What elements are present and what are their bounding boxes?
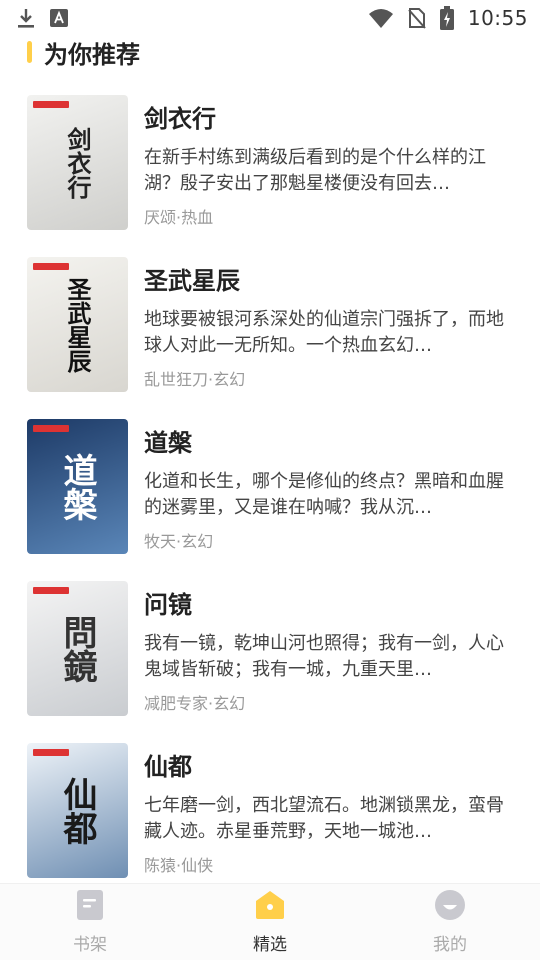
book-cover[interactable]: 道槃 <box>27 419 128 554</box>
book-info: 圣武星辰 地球要被银河系深处的仙道宗门强拆了，而地球人对此一无所知。一个热血玄幻… <box>144 265 514 391</box>
profile-icon <box>435 889 465 924</box>
tab-bookshelf[interactable]: 书架 <box>30 889 150 955</box>
book-item[interactable]: 剑衣行 剑衣行 在新手村练到满级后看到的是个什么样的江湖？殷子安出了那魁星楼便没… <box>0 95 540 257</box>
featured-home-icon <box>254 890 286 924</box>
section-accent-bar <box>27 41 32 63</box>
section-title: 为你推荐 <box>44 40 140 69</box>
book-description: 地球要被银河系深处的仙道宗门强拆了，而地球人对此一无所知。一个热血玄幻… <box>144 309 504 356</box>
book-cover[interactable]: 問鏡 <box>27 581 128 716</box>
book-description: 我有一镜，乾坤山河也照得；我有一剑，人心鬼域皆斩破；我有一城，九重天里… <box>144 633 504 680</box>
cover-title: 仙都 <box>57 776 97 845</box>
cover-title: 道槃 <box>57 452 97 521</box>
tab-label: 书架 <box>73 934 107 955</box>
book-meta: 减肥专家·玄幻 <box>144 694 246 713</box>
book-item[interactable]: 仙都 仙都 七年磨一剑，西北望流石。地渊锁黑龙，蛮骨藏人迹。赤星垂荒野，天地一城… <box>0 743 540 905</box>
a-badge-icon <box>50 9 68 27</box>
book-list: 剑衣行 剑衣行 在新手村练到满级后看到的是个什么样的江湖？殷子安出了那魁星楼便没… <box>0 95 540 905</box>
book-meta: 厌颂·热血 <box>144 208 214 227</box>
book-title[interactable]: 道槃 <box>144 427 514 459</box>
book-description: 化道和长生，哪个是修仙的终点？黑暗和血腥的迷雾里，又是谁在呐喊？我从沉… <box>144 471 504 518</box>
book-info: 问镜 我有一镜，乾坤山河也照得；我有一剑，人心鬼域皆斩破；我有一城，九重天里… … <box>144 589 514 715</box>
book-info: 道槃 化道和长生，哪个是修仙的终点？黑暗和血腥的迷雾里，又是谁在呐喊？我从沉… … <box>144 427 514 553</box>
book-title[interactable]: 圣武星辰 <box>144 265 514 297</box>
book-meta: 陈猿·仙侠 <box>144 856 214 875</box>
book-info: 剑衣行 在新手村练到满级后看到的是个什么样的江湖？殷子安出了那魁星楼便没有回去…… <box>144 103 514 229</box>
tab-profile[interactable]: 我的 <box>390 889 510 955</box>
book-item[interactable]: 問鏡 问镜 我有一镜，乾坤山河也照得；我有一剑，人心鬼域皆斩破；我有一城，九重天… <box>0 581 540 743</box>
status-time: 10:55 <box>467 6 528 30</box>
status-bar: 10:55 <box>0 0 540 36</box>
status-left <box>16 7 68 29</box>
bottom-tab-bar: 书架 精选 我的 <box>0 883 540 960</box>
battery-charging-icon <box>439 6 454 30</box>
book-cover[interactable]: 圣武星辰 <box>27 257 128 392</box>
no-sim-icon <box>408 7 426 29</box>
book-title[interactable]: 问镜 <box>144 589 514 621</box>
book-info: 仙都 七年磨一剑，西北望流石。地渊锁黑龙，蛮骨藏人迹。赤星垂荒野，天地一城池… … <box>144 751 514 877</box>
book-title[interactable]: 剑衣行 <box>144 103 514 135</box>
tab-label: 我的 <box>433 934 467 955</box>
cover-title: 問鏡 <box>57 614 97 683</box>
wifi-icon <box>368 8 394 28</box>
book-item[interactable]: 圣武星辰 圣武星辰 地球要被银河系深处的仙道宗门强拆了，而地球人对此一无所知。一… <box>0 257 540 419</box>
book-meta: 牧天·玄幻 <box>144 532 214 551</box>
book-cover[interactable]: 剑衣行 <box>27 95 128 230</box>
tab-featured[interactable]: 精选 <box>210 890 330 955</box>
book-meta: 乱世狂刀·玄幻 <box>144 370 246 389</box>
cover-title: 圣武星辰 <box>63 276 92 373</box>
bookshelf-icon <box>77 889 103 924</box>
status-right: 10:55 <box>368 6 528 30</box>
book-description: 在新手村练到满级后看到的是个什么样的江湖？殷子安出了那魁星楼便没有回去… <box>144 147 486 194</box>
book-title[interactable]: 仙都 <box>144 751 514 783</box>
section-header: 为你推荐 <box>27 36 140 69</box>
tab-label: 精选 <box>253 934 287 955</box>
download-icon <box>16 7 36 29</box>
book-cover[interactable]: 仙都 <box>27 743 128 878</box>
book-item[interactable]: 道槃 道槃 化道和长生，哪个是修仙的终点？黑暗和血腥的迷雾里，又是谁在呐喊？我从… <box>0 419 540 581</box>
book-description: 七年磨一剑，西北望流石。地渊锁黑龙，蛮骨藏人迹。赤星垂荒野，天地一城池… <box>144 795 504 842</box>
cover-title: 剑衣行 <box>63 126 92 199</box>
